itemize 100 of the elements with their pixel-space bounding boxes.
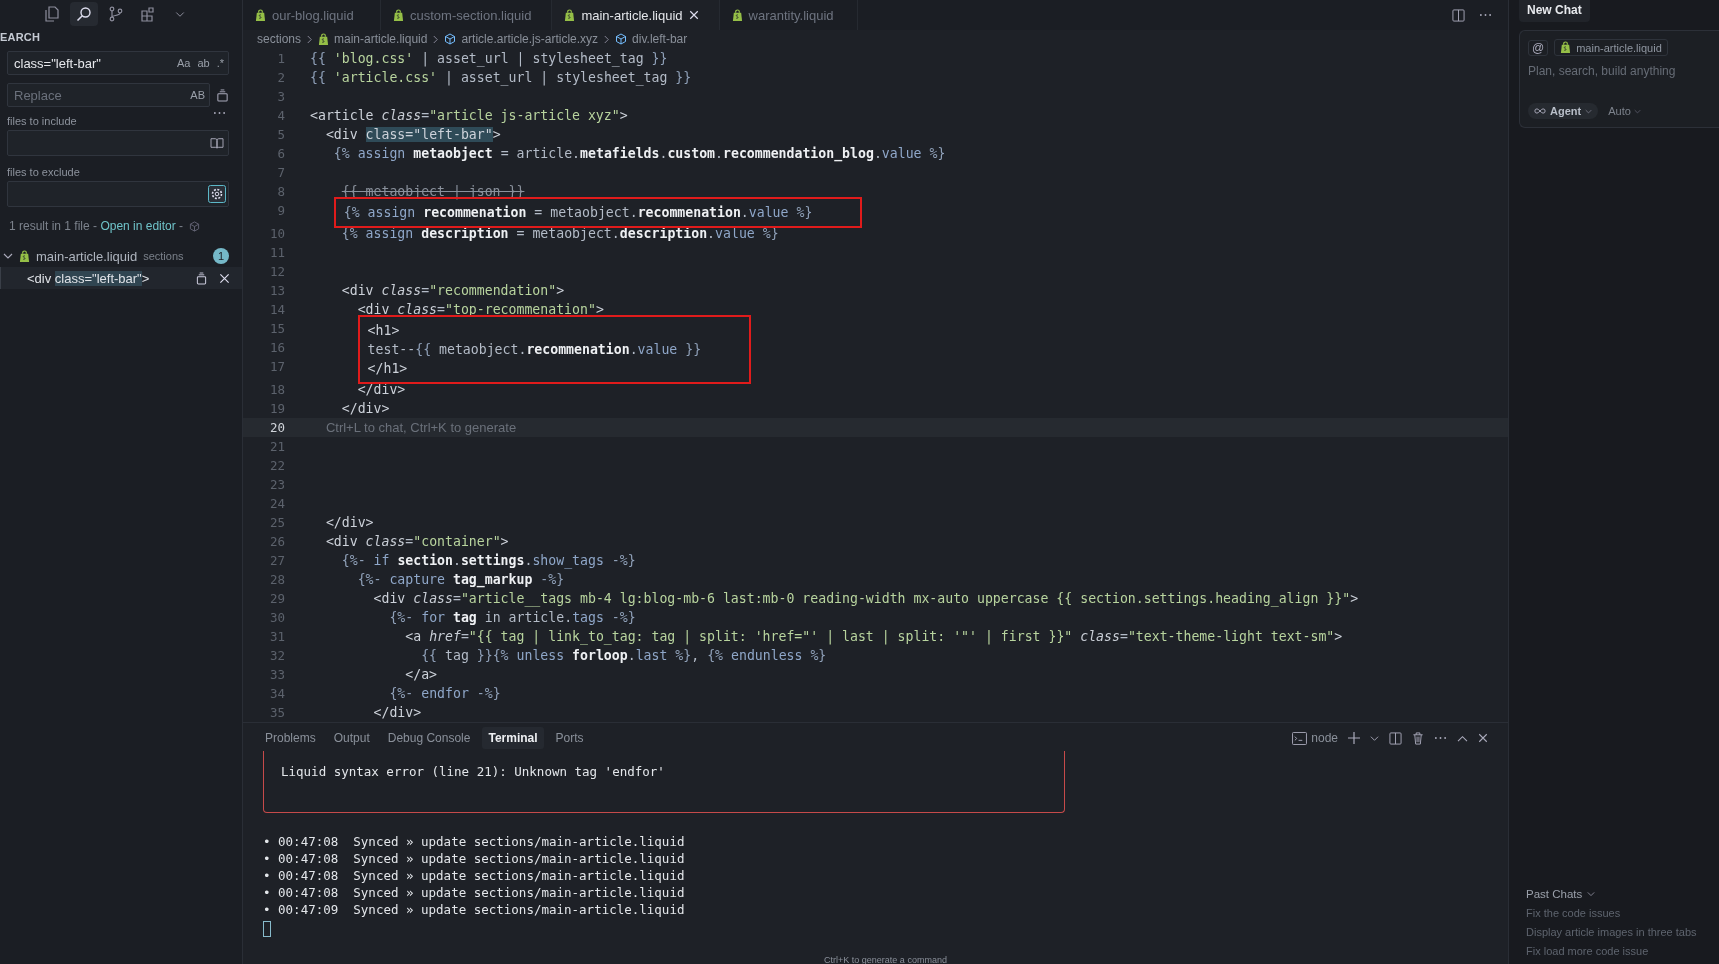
split-icon[interactable] [1389, 731, 1402, 745]
cube-icon [615, 33, 628, 45]
line-number: 32 [268, 647, 285, 665]
line-number: 31 [268, 628, 285, 646]
result-summary: 1 result in 1 file - [9, 219, 99, 233]
shopping-bag-icon [318, 32, 330, 46]
replace-field[interactable]: Replace AB [7, 83, 210, 107]
shell-name[interactable]: node [1311, 731, 1338, 745]
close-icon[interactable] [1478, 733, 1488, 743]
line-number: 17 [268, 358, 285, 376]
terminal-icon[interactable] [1292, 731, 1308, 745]
chevron-right-icon [306, 34, 314, 44]
search-option[interactable]: ab [197, 57, 210, 69]
chevron-down-icon [1587, 890, 1596, 898]
chevron-down-icon[interactable] [1370, 733, 1379, 743]
breadcrumb-item[interactable]: article.article.js-article.xyz [461, 32, 599, 46]
chat-placeholder: Plan, search, build anything [1528, 64, 1677, 78]
breadcrumb-item[interactable]: div.left-bar [632, 32, 688, 46]
more-icon[interactable] [213, 111, 226, 115]
infinity-icon [1534, 108, 1546, 114]
separator-text: - [178, 219, 185, 233]
code-line: </a> [404, 666, 438, 684]
split-editor-icon[interactable] [1452, 8, 1465, 22]
line-number: 30 [268, 609, 285, 627]
preserve-case-option[interactable]: AB [190, 89, 205, 101]
trash-icon[interactable] [1412, 731, 1424, 745]
search-field[interactable]: class="left-bar" Aa ab .* [7, 51, 229, 75]
book-icon[interactable] [210, 137, 224, 149]
plus-icon[interactable] [1348, 732, 1360, 744]
mode-dropdown[interactable]: Agent [1528, 103, 1599, 119]
field-label: files to exclude [7, 166, 81, 178]
panel-tab[interactable]: Ports [549, 727, 590, 749]
replace-all-icon[interactable] [216, 88, 229, 102]
count-badge: 1 [213, 248, 229, 264]
panel-tab[interactable]: Output [327, 727, 376, 749]
editor-tab[interactable]: our-blog.liquid [243, 0, 381, 30]
replace-icon[interactable] [196, 271, 207, 285]
line-number: 20 [268, 419, 285, 437]
line-number: 15 [268, 320, 285, 338]
shopping-bag-icon [19, 249, 30, 263]
line-number: 29 [268, 590, 285, 608]
past-chat-item[interactable]: Fix the code issues [1526, 907, 1719, 919]
match-text: <div class="left-bar"> [27, 270, 151, 286]
shopping-bag-icon [255, 8, 266, 22]
past-chat-item[interactable]: Display article images in three tabs [1526, 926, 1719, 938]
more-icon[interactable] [1479, 13, 1492, 17]
line-number: 11 [268, 244, 285, 262]
mention-button[interactable]: @ [1528, 39, 1549, 56]
line-number: 28 [268, 571, 285, 589]
editor-tab[interactable]: warantity.liquid [719, 0, 858, 30]
code-line: {{ 'blog.css' | asset_url | stylesheet_tag }} [310, 50, 668, 68]
code-line: {%- endfor -%} [388, 685, 501, 703]
line-number: 25 [268, 514, 285, 532]
code-line: test--{{ metaobject.recommenation.value }} [367, 341, 702, 359]
line-number: 2 [276, 69, 285, 87]
line-number: 27 [268, 552, 285, 570]
code-line: <a href="{{ tag | link_to_tag: tag | split: 'href="' | last | split: '"' | first }}" class="text-theme-light text-sm"> [404, 628, 1343, 646]
hint-text: Ctrl+L to chat, Ctrl+K to generate [324, 419, 517, 437]
panel-title: EARCH [0, 31, 42, 43]
model-dropdown[interactable]: Auto [1608, 105, 1641, 117]
line-number: 8 [276, 183, 285, 201]
shopping-bag-icon [393, 8, 404, 22]
search-option[interactable]: .* [216, 57, 224, 69]
shopping-bag-icon [731, 8, 743, 22]
include-field[interactable] [7, 130, 229, 156]
cube-icon[interactable] [189, 220, 201, 232]
context-chip[interactable]: main-article.liquid [1554, 39, 1668, 56]
panel-tab[interactable]: Debug Console [381, 727, 477, 749]
panel-tab[interactable]: Terminal [482, 727, 544, 749]
search-result[interactable]: <div class="left-bar"> [0, 267, 242, 289]
panel-tab[interactable]: Problems [259, 727, 322, 749]
line-number: 16 [268, 339, 285, 357]
past-chats-toggle[interactable]: Past Chats [1526, 888, 1719, 900]
chat-tab[interactable]: New Chat [1519, 0, 1590, 22]
code-line: <div class="top-recommenation"> [356, 301, 604, 319]
breadcrumb-item[interactable]: main-article.liquid [334, 32, 428, 46]
more-icon[interactable] [1434, 736, 1447, 740]
search-icon[interactable] [70, 1, 98, 26]
chevron-down-icon [1585, 107, 1593, 115]
line-number: 9 [276, 202, 285, 220]
line-number: 23 [268, 476, 285, 494]
search-option[interactable]: Aa [176, 57, 191, 69]
chevron-up-icon[interactable] [1457, 733, 1468, 743]
code-line: {{ tag }}{% unless forloop.last %}, {% endunless %} [420, 647, 827, 665]
chat-input-box[interactable]: @ main-article.liquid Plan, search, build anything Agent Auto [1519, 30, 1719, 128]
breadcrumb-item[interactable]: sections [257, 32, 302, 46]
log-line: • 00:47:08 Synced » update sections/main-article.liquid [263, 833, 686, 850]
shopping-bag-icon [564, 8, 576, 22]
open-in-editor-link[interactable]: Open in editor [100, 219, 176, 233]
code-line: {%- capture tag_markup -%} [356, 571, 565, 589]
text-cursor [263, 921, 271, 937]
line-number: 10 [268, 225, 285, 243]
exclude-field[interactable] [7, 181, 229, 207]
chevron-icon[interactable] [3, 251, 13, 261]
line-number: 22 [268, 457, 285, 475]
line-number: 19 [268, 400, 285, 418]
past-chat-item[interactable]: Fix load more code issue [1526, 945, 1719, 957]
settings-icon[interactable] [208, 185, 226, 203]
result-file-row[interactable]: main-article.liquid sections 1 [0, 245, 242, 267]
shopping-bag-icon [1560, 41, 1572, 54]
